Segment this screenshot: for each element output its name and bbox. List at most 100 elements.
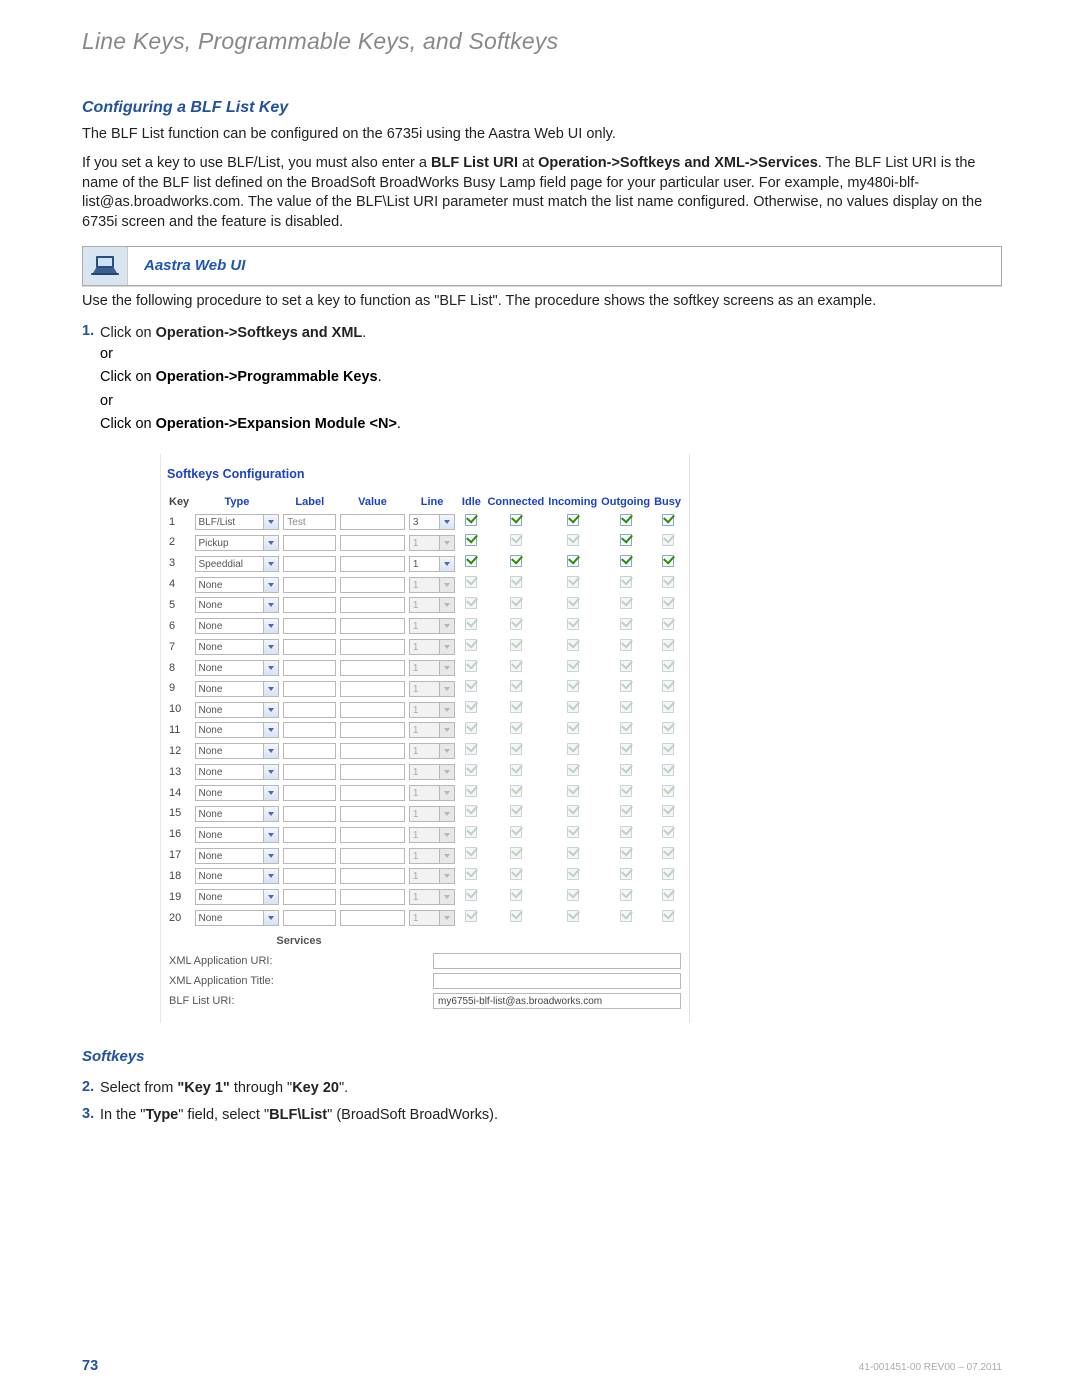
inc-checkbox[interactable] xyxy=(567,514,579,526)
type-select[interactable]: None xyxy=(195,722,280,738)
type-select[interactable]: BLF/List xyxy=(195,514,280,530)
type-select[interactable]: None xyxy=(195,806,280,822)
value-input[interactable] xyxy=(340,681,405,697)
col-idle: Idle xyxy=(457,493,485,512)
value-input[interactable] xyxy=(340,514,405,530)
type-select[interactable]: None xyxy=(195,764,280,780)
label-input[interactable] xyxy=(283,764,336,780)
text: In the " xyxy=(100,1107,145,1123)
conn-checkbox xyxy=(510,660,522,672)
value-input[interactable] xyxy=(340,743,405,759)
value-input[interactable] xyxy=(340,868,405,884)
value-input[interactable] xyxy=(340,848,405,864)
label-input[interactable] xyxy=(283,889,336,905)
line-select[interactable]: 1 xyxy=(409,556,456,572)
out-checkbox[interactable] xyxy=(620,555,632,567)
type-select[interactable]: None xyxy=(195,681,280,697)
conn-checkbox xyxy=(510,618,522,630)
value-input[interactable] xyxy=(340,556,405,572)
type-select[interactable]: None xyxy=(195,910,280,926)
label-input[interactable] xyxy=(283,556,336,572)
type-select[interactable]: Speeddial xyxy=(195,556,280,572)
text-bold: BLF List URI xyxy=(431,155,518,171)
idle-checkbox[interactable] xyxy=(465,514,477,526)
inc-checkbox xyxy=(567,701,579,713)
label-input[interactable] xyxy=(283,660,336,676)
label-input[interactable] xyxy=(283,827,336,843)
label-input[interactable] xyxy=(283,702,336,718)
type-select[interactable]: None xyxy=(195,827,280,843)
chevron-down-icon xyxy=(263,536,278,550)
value-input[interactable] xyxy=(340,702,405,718)
label-input[interactable] xyxy=(283,743,336,759)
text-bold: BLF\List xyxy=(269,1107,327,1123)
type-select[interactable]: None xyxy=(195,639,280,655)
label-input[interactable] xyxy=(283,910,336,926)
xml-uri-input[interactable] xyxy=(433,953,681,969)
table-row: 7None1 xyxy=(167,637,683,658)
type-select[interactable]: None xyxy=(195,848,280,864)
out-checkbox[interactable] xyxy=(620,514,632,526)
table-row: 5None1 xyxy=(167,595,683,616)
value-input[interactable] xyxy=(340,535,405,551)
label-input[interactable] xyxy=(283,535,336,551)
type-select[interactable]: None xyxy=(195,785,280,801)
table-row: 18None1 xyxy=(167,866,683,887)
value-input[interactable] xyxy=(340,889,405,905)
type-select[interactable]: None xyxy=(195,577,280,593)
label-input[interactable] xyxy=(283,722,336,738)
value-input[interactable] xyxy=(340,639,405,655)
label-input[interactable] xyxy=(283,597,336,613)
blf-list-uri-input[interactable]: my6755i-blf-list@as.broadworks.com xyxy=(433,993,681,1009)
value-input[interactable] xyxy=(340,910,405,926)
busy-checkbox[interactable] xyxy=(662,514,674,526)
chevron-down-icon xyxy=(263,828,278,842)
busy-checkbox[interactable] xyxy=(662,555,674,567)
xml-title-input[interactable] xyxy=(433,973,681,989)
table-row: 9None1 xyxy=(167,678,683,699)
type-select[interactable]: None xyxy=(195,702,280,718)
conn-checkbox[interactable] xyxy=(510,555,522,567)
label-input[interactable] xyxy=(283,806,336,822)
line-select[interactable]: 3 xyxy=(409,514,456,530)
value-input[interactable] xyxy=(340,764,405,780)
inc-checkbox[interactable] xyxy=(567,555,579,567)
type-select[interactable]: None xyxy=(195,618,280,634)
label-input[interactable] xyxy=(283,639,336,655)
idle-checkbox[interactable] xyxy=(465,555,477,567)
busy-checkbox xyxy=(662,701,674,713)
table-row: 3Speeddial1 xyxy=(167,553,683,574)
label-input[interactable]: Test xyxy=(283,514,336,530)
label-input[interactable] xyxy=(283,848,336,864)
type-select[interactable]: None xyxy=(195,889,280,905)
line-select: 1 xyxy=(409,639,456,655)
value-input[interactable] xyxy=(340,618,405,634)
panel-title: Softkeys Configuration xyxy=(167,462,683,493)
label-input[interactable] xyxy=(283,785,336,801)
type-select[interactable]: Pickup xyxy=(195,535,280,551)
label-input[interactable] xyxy=(283,681,336,697)
type-select[interactable]: None xyxy=(195,868,280,884)
type-select[interactable]: None xyxy=(195,660,280,676)
label-input[interactable] xyxy=(283,577,336,593)
label-input[interactable] xyxy=(283,618,336,634)
idle-checkbox[interactable] xyxy=(465,534,477,546)
value-input[interactable] xyxy=(340,660,405,676)
line-select: 1 xyxy=(409,722,456,738)
softkeys-heading: Softkeys xyxy=(82,1047,1002,1067)
chevron-down-icon xyxy=(439,807,454,821)
table-row: 20None1 xyxy=(167,908,683,929)
value-input[interactable] xyxy=(340,597,405,613)
type-select[interactable]: None xyxy=(195,743,280,759)
chevron-down-icon xyxy=(263,890,278,904)
value-input[interactable] xyxy=(340,827,405,843)
value-input[interactable] xyxy=(340,577,405,593)
line-select: 1 xyxy=(409,681,456,697)
type-select[interactable]: None xyxy=(195,597,280,613)
value-input[interactable] xyxy=(340,722,405,738)
value-input[interactable] xyxy=(340,806,405,822)
conn-checkbox[interactable] xyxy=(510,514,522,526)
out-checkbox[interactable] xyxy=(620,534,632,546)
label-input[interactable] xyxy=(283,868,336,884)
value-input[interactable] xyxy=(340,785,405,801)
